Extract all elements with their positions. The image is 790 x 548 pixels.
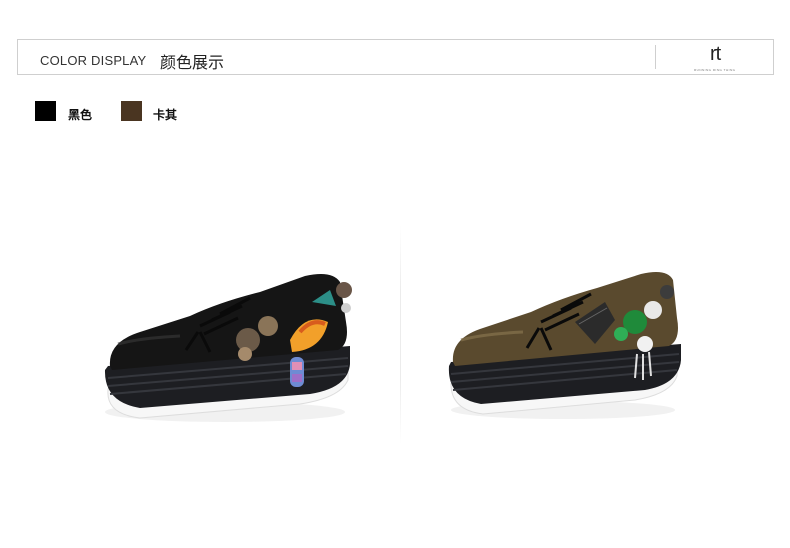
brand-logo: rt RUNNING RING THING [694, 43, 744, 73]
header-divider [655, 45, 656, 69]
header-title-english: COLOR DISPLAY [40, 53, 147, 68]
swatch-label-khaki: 卡其 [153, 108, 178, 122]
color-display-header: COLOR DISPLAY 颜色展示 rt RUNNING RING THING [17, 39, 774, 75]
swatch-black [35, 101, 56, 121]
product-image-black-shoe [104, 274, 352, 422]
brand-logo-tagline: RUNNING RING THING [694, 68, 736, 72]
swatch-khaki [121, 101, 142, 121]
brand-logo-mark: rt [710, 43, 721, 65]
swatch-label-black: 黑色 [68, 108, 93, 122]
product-divider [400, 225, 401, 445]
header-title-chinese: 颜色展示 [160, 53, 225, 72]
product-image-khaki-shoe [448, 272, 681, 419]
